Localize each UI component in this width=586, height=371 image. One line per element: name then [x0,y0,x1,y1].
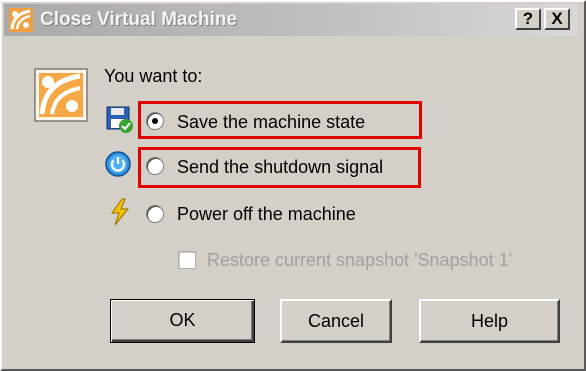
option-label-power-off[interactable]: Power off the machine [177,202,356,226]
cancel-button[interactable]: Cancel [280,299,392,343]
window-title: Close Virtual Machine [40,9,238,30]
restore-snapshot-label: Restore current snapshot 'Snapshot 1' [207,250,513,270]
virtualbox-logo-icon [9,8,33,32]
ok-button[interactable]: OK [110,299,255,343]
prompt-label: You want to: [104,66,203,86]
highlight-box-save-state [138,101,422,139]
power-button-icon [104,150,132,178]
title-bar[interactable]: Close Virtual Machine ? X [4,4,578,36]
highlight-box-shutdown-signal [138,147,421,188]
virtual-machine-icon [34,68,88,122]
title-help-button[interactable]: ? [515,8,541,30]
restore-snapshot-checkbox[interactable] [178,251,196,269]
lightning-icon [106,198,134,226]
title-close-button[interactable]: X [544,8,570,30]
help-button[interactable]: Help [419,299,560,343]
radio-power-off[interactable] [146,205,164,223]
save-state-icon [106,106,134,134]
